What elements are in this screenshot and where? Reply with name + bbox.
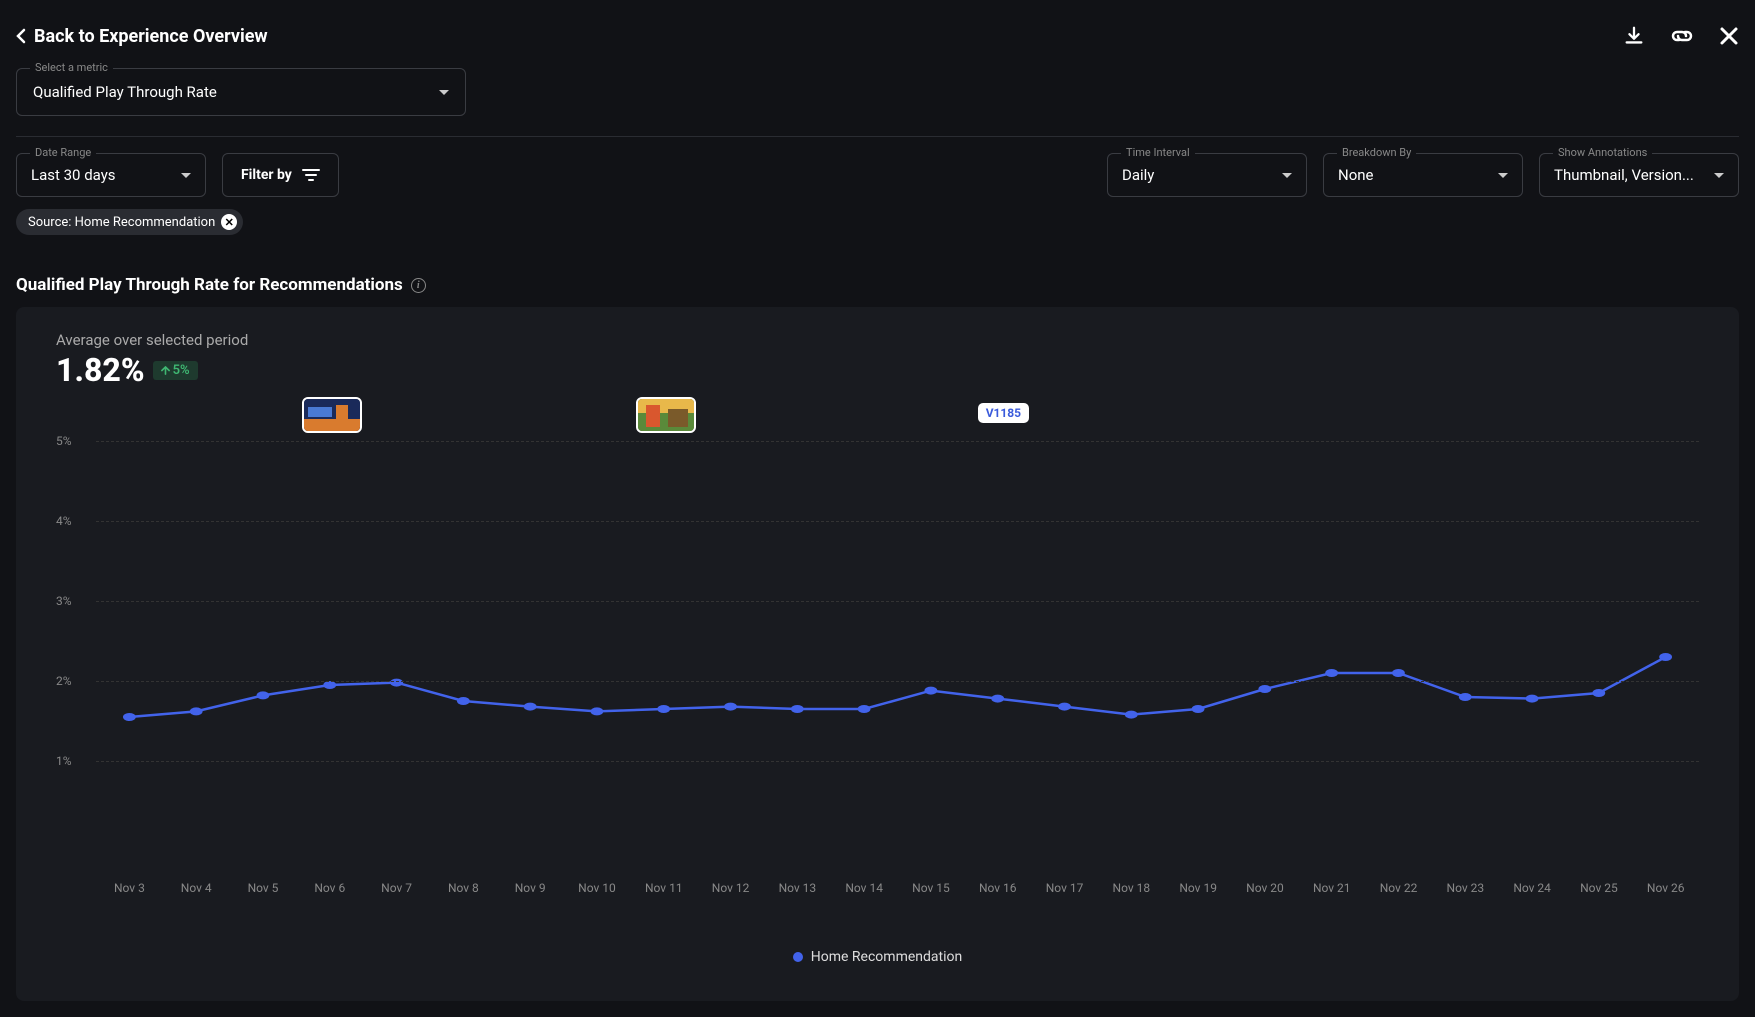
x-tick: Nov 10	[564, 881, 631, 895]
filter-icon	[302, 168, 320, 182]
x-tick: Nov 12	[697, 881, 764, 895]
x-tick: Nov 20	[1232, 881, 1299, 895]
metric-select[interactable]: Select a metric Qualified Play Through R…	[16, 68, 466, 116]
y-tick: 5%	[56, 434, 72, 448]
caret-down-icon	[439, 90, 449, 95]
link-icon[interactable]	[1669, 25, 1695, 47]
version-annotation[interactable]: V1185	[978, 403, 1029, 423]
grid-line	[96, 441, 1699, 442]
grid-line	[96, 681, 1699, 682]
annotations-select[interactable]: Show Annotations Thumbnail, Version...	[1539, 153, 1739, 197]
active-filters: Source: Home Recommendation ✕	[16, 209, 1739, 235]
summary-value: 1.82%	[56, 351, 145, 389]
annotations-label: Show Annotations	[1553, 146, 1652, 159]
chip-text: Source: Home Recommendation	[28, 215, 215, 230]
chevron-left-icon	[16, 28, 26, 44]
annotations-value: Thumbnail, Version...	[1554, 166, 1694, 184]
chip-remove-icon[interactable]: ✕	[221, 214, 237, 230]
caret-down-icon	[181, 173, 191, 178]
x-tick: Nov 6	[296, 881, 363, 895]
x-tick: Nov 3	[96, 881, 163, 895]
breakdown-value: None	[1338, 166, 1374, 184]
delta-badge: 5%	[153, 361, 198, 380]
x-tick: Nov 24	[1499, 881, 1566, 895]
filter-label: Filter by	[241, 167, 292, 183]
x-tick: Nov 13	[764, 881, 831, 895]
x-tick: Nov 18	[1098, 881, 1165, 895]
x-tick: Nov 26	[1632, 881, 1699, 895]
back-link[interactable]: Back to Experience Overview	[16, 26, 268, 47]
y-tick: 3%	[56, 594, 72, 608]
caret-down-icon	[1282, 173, 1292, 178]
legend-dot	[793, 952, 803, 962]
delta-value: 5%	[173, 363, 190, 378]
section-title-row: Qualified Play Through Rate for Recommen…	[16, 275, 1739, 295]
download-icon[interactable]	[1623, 25, 1645, 47]
plot: 1%2%3%4%5%	[56, 441, 1699, 841]
top-bar: Back to Experience Overview	[16, 16, 1739, 56]
x-tick: Nov 17	[1031, 881, 1098, 895]
thumbnail-icon	[638, 399, 694, 431]
metric-select-label: Select a metric	[30, 61, 113, 74]
x-tick: Nov 8	[430, 881, 497, 895]
thumbnail-icon	[304, 399, 360, 431]
x-tick: Nov 25	[1566, 881, 1633, 895]
metric-select-value: Qualified Play Through Rate	[33, 83, 217, 101]
chart-card: Average over selected period 1.82% 5%	[16, 307, 1739, 1001]
y-tick: 4%	[56, 514, 72, 528]
time-interval-value: Daily	[1122, 166, 1154, 184]
chart-svg	[96, 441, 1699, 841]
close-icon[interactable]	[1719, 26, 1739, 46]
x-tick: Nov 15	[898, 881, 965, 895]
x-tick: Nov 14	[831, 881, 898, 895]
x-tick: Nov 11	[630, 881, 697, 895]
date-range-label: Date Range	[30, 146, 96, 159]
grid-line	[96, 601, 1699, 602]
controls-row: Date Range Last 30 days Filter by Time I…	[16, 153, 1739, 197]
x-tick: Nov 19	[1165, 881, 1232, 895]
thumbnail-annotation[interactable]	[302, 397, 362, 433]
breakdown-select[interactable]: Breakdown By None	[1323, 153, 1523, 197]
date-range-value: Last 30 days	[31, 166, 116, 184]
x-axis: Nov 3Nov 4Nov 5Nov 6Nov 7Nov 8Nov 9Nov 1…	[56, 881, 1699, 895]
time-interval-label: Time Interval	[1121, 146, 1195, 159]
breakdown-label: Breakdown By	[1337, 146, 1416, 159]
annotations-bar: V1185	[56, 397, 1699, 441]
x-tick: Nov 5	[230, 881, 297, 895]
thumbnail-annotation[interactable]	[636, 397, 696, 433]
y-tick: 1%	[56, 754, 72, 768]
caret-down-icon	[1498, 173, 1508, 178]
x-tick: Nov 21	[1298, 881, 1365, 895]
filter-by-button[interactable]: Filter by	[222, 153, 339, 197]
summary: Average over selected period 1.82% 5%	[56, 331, 1699, 389]
back-label: Back to Experience Overview	[34, 26, 268, 47]
info-icon[interactable]: i	[411, 278, 426, 293]
legend-label: Home Recommendation	[811, 949, 962, 965]
top-actions	[1623, 25, 1739, 47]
x-tick: Nov 16	[964, 881, 1031, 895]
legend: Home Recommendation	[56, 949, 1699, 965]
chart-area: V1185 1%2%3%4%5% Nov 3Nov 4Nov 5Nov 6Nov…	[56, 397, 1699, 977]
divider	[16, 136, 1739, 137]
summary-label: Average over selected period	[56, 331, 1699, 349]
date-range-select[interactable]: Date Range Last 30 days	[16, 153, 206, 197]
x-tick: Nov 22	[1365, 881, 1432, 895]
arrow-up-icon	[161, 366, 170, 375]
grid-line	[96, 521, 1699, 522]
time-interval-select[interactable]: Time Interval Daily	[1107, 153, 1307, 197]
grid-line	[96, 761, 1699, 762]
section-title: Qualified Play Through Rate for Recommen…	[16, 275, 403, 295]
x-tick: Nov 7	[363, 881, 430, 895]
filter-chip: Source: Home Recommendation ✕	[16, 209, 243, 235]
x-tick: Nov 23	[1432, 881, 1499, 895]
y-tick: 2%	[56, 674, 72, 688]
caret-down-icon	[1714, 173, 1724, 178]
x-tick: Nov 4	[163, 881, 230, 895]
x-tick: Nov 9	[497, 881, 564, 895]
